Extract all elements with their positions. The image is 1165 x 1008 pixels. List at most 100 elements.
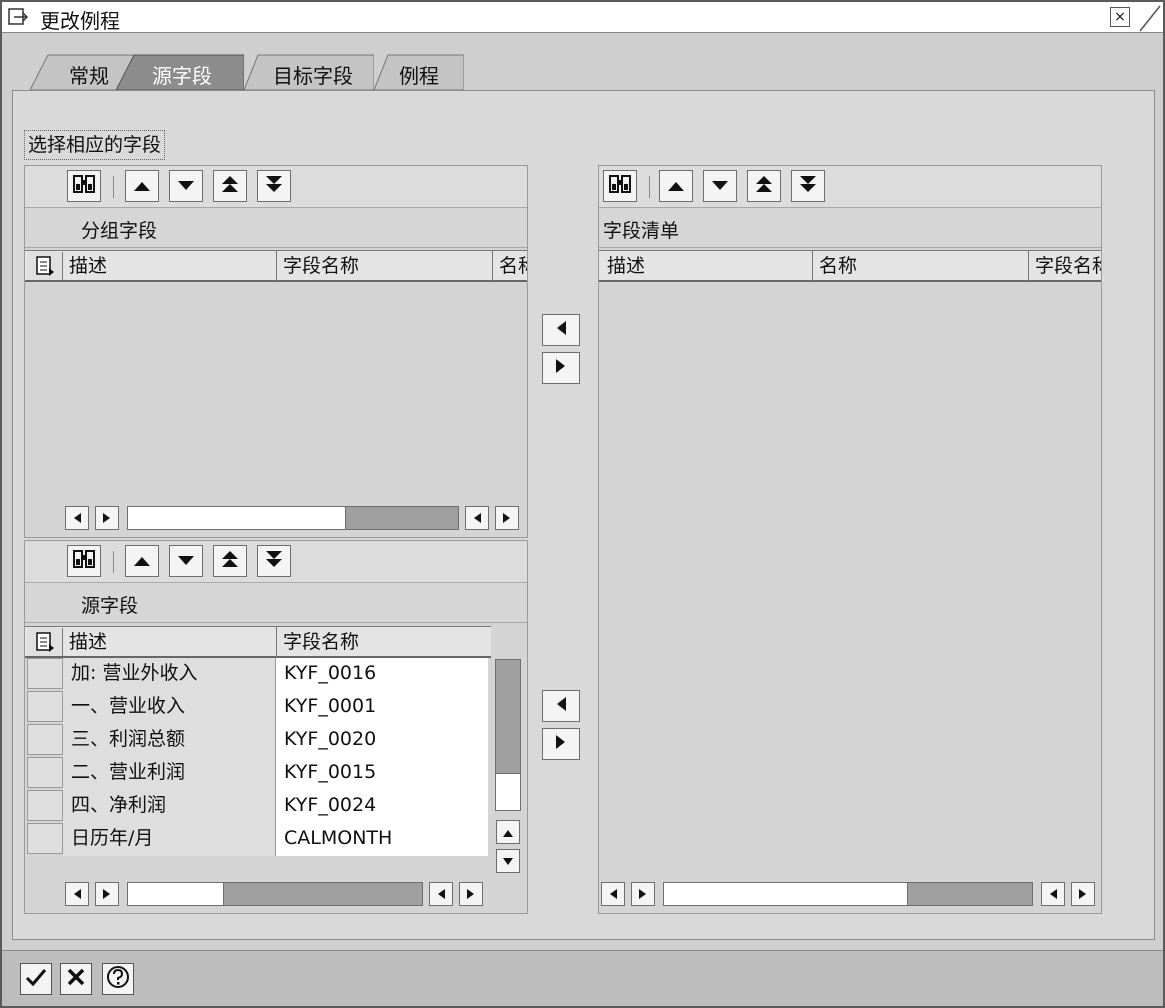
table-row[interactable]: 加: 营业外收入 KYF_0016	[25, 658, 489, 691]
col-description[interactable]: 描述	[63, 627, 277, 657]
scroll-track[interactable]	[663, 882, 1033, 906]
col-name[interactable]: 名称	[493, 251, 527, 281]
corner-decoration	[1138, 4, 1162, 32]
move-down-button[interactable]	[703, 170, 737, 202]
table-settings-icon[interactable]	[27, 628, 63, 656]
row-field-name: KYF_0020	[276, 724, 488, 757]
table-row[interactable]: 日历年/月 CALMONTH	[25, 823, 489, 856]
source-vscroll-track[interactable]	[495, 659, 521, 811]
scroll-left-button-2[interactable]	[429, 882, 453, 906]
field-list-table-body[interactable]	[599, 282, 1101, 876]
arrow-up-icon	[502, 821, 514, 843]
arrow-left-icon	[608, 883, 618, 905]
binoculars-icon	[608, 173, 632, 200]
move-to-grouping-button[interactable]	[542, 314, 580, 346]
row-field-name: KYF_0016	[276, 658, 488, 691]
source-caption: 源字段	[81, 595, 139, 617]
move-down-button[interactable]	[169, 170, 203, 202]
source-vscroll-thumb[interactable]	[496, 660, 520, 774]
check-icon	[25, 967, 47, 992]
row-selector[interactable]	[27, 691, 63, 722]
grouping-table-body[interactable]	[25, 282, 527, 500]
grouping-table-header: 描述 字段名称 名称	[25, 250, 527, 282]
move-top-button[interactable]	[747, 170, 781, 202]
tab-label: 目标字段	[273, 64, 353, 88]
group-label: 选择相应的字段	[24, 130, 166, 160]
scroll-left-button[interactable]	[65, 882, 89, 906]
find-button[interactable]	[67, 545, 101, 577]
move-top-button[interactable]	[213, 545, 247, 577]
scroll-thumb[interactable]	[664, 883, 908, 905]
move-to-field-list-button[interactable]	[542, 352, 580, 384]
field-list-hscrollbar[interactable]	[601, 882, 1099, 908]
row-selector[interactable]	[27, 790, 63, 821]
scroll-left-button[interactable]	[601, 882, 625, 906]
row-selector[interactable]	[27, 757, 63, 788]
field-list-caption-row: 字段清单	[599, 208, 1101, 248]
arrow-down-icon	[177, 175, 195, 197]
scroll-left-button-2[interactable]	[465, 506, 489, 530]
row-description: 三、利润总额	[63, 724, 276, 757]
find-button[interactable]	[603, 170, 637, 202]
source-hscrollbar[interactable]	[65, 882, 485, 908]
arrow-left-icon	[72, 883, 82, 905]
scroll-right-button-2[interactable]	[1071, 882, 1095, 906]
source-fields-panel: 源字段 描述 字段名称 加: 营业外收入 KYF_0016 一、营业收入 KYF…	[24, 540, 528, 914]
table-row[interactable]: 二、营业利润 KYF_0015	[25, 757, 489, 790]
arrow-bottom-icon	[265, 550, 283, 573]
col-field-name[interactable]: 字段名称	[277, 251, 493, 281]
find-button[interactable]	[67, 170, 101, 202]
move-up-button[interactable]	[125, 170, 159, 202]
scroll-left-button[interactable]	[65, 506, 89, 530]
scroll-thumb[interactable]	[128, 883, 224, 905]
arrow-bottom-icon	[799, 175, 817, 198]
move-bottom-button[interactable]	[257, 545, 291, 577]
arrow-right-icon	[102, 883, 112, 905]
table-settings-icon[interactable]	[27, 252, 63, 280]
move-top-button[interactable]	[213, 170, 247, 202]
scroll-left-button-2[interactable]	[1041, 882, 1065, 906]
table-row[interactable]: 三、利润总额 KYF_0020	[25, 724, 489, 757]
help-button[interactable]	[102, 963, 134, 995]
close-button[interactable]: ×	[1110, 7, 1130, 27]
move-up-button[interactable]	[659, 170, 693, 202]
move-down-button[interactable]	[169, 545, 203, 577]
row-selector[interactable]	[27, 823, 63, 854]
scroll-thumb[interactable]	[128, 507, 346, 529]
table-row[interactable]: 一、营业收入 KYF_0001	[25, 691, 489, 724]
scroll-right-button[interactable]	[95, 882, 119, 906]
col-description[interactable]: 描述	[601, 251, 813, 281]
tab-source-fields[interactable]: 源字段	[116, 54, 244, 90]
move-to-source-button[interactable]	[542, 690, 580, 722]
scroll-track[interactable]	[127, 882, 423, 906]
col-description[interactable]: 描述	[63, 251, 277, 281]
row-selector[interactable]	[27, 658, 63, 689]
scroll-right-button-2[interactable]	[495, 506, 519, 530]
col-field-name[interactable]: 字段名称	[1029, 251, 1101, 281]
arrow-down-icon	[502, 850, 514, 872]
arrow-right-icon	[555, 733, 567, 755]
move-bottom-button[interactable]	[257, 170, 291, 202]
field-list-caption: 字段清单	[603, 220, 680, 242]
tab-routine[interactable]: 例程	[374, 54, 464, 90]
col-name[interactable]: 名称	[813, 251, 1029, 281]
scroll-down-button[interactable]	[496, 849, 520, 873]
scroll-up-button[interactable]	[496, 820, 520, 844]
move-up-button[interactable]	[125, 545, 159, 577]
tab-target-fields[interactable]: 目标字段	[244, 54, 374, 90]
scroll-track[interactable]	[127, 506, 459, 530]
row-field-name: KYF_0001	[276, 691, 488, 724]
table-row[interactable]: 四、净利润 KYF_0024	[25, 790, 489, 823]
cancel-button[interactable]	[60, 963, 92, 995]
scroll-right-button[interactable]	[95, 506, 119, 530]
move-from-source-button[interactable]	[542, 728, 580, 760]
row-field-name: CALMONTH	[276, 823, 488, 856]
move-bottom-button[interactable]	[791, 170, 825, 202]
scroll-right-button-2[interactable]	[459, 882, 483, 906]
scroll-right-button[interactable]	[631, 882, 655, 906]
row-selector[interactable]	[27, 724, 63, 755]
confirm-button[interactable]	[20, 963, 52, 995]
col-field-name[interactable]: 字段名称	[277, 627, 491, 657]
grouping-hscrollbar[interactable]	[65, 506, 525, 532]
source-table-header: 描述 字段名称	[25, 626, 491, 658]
